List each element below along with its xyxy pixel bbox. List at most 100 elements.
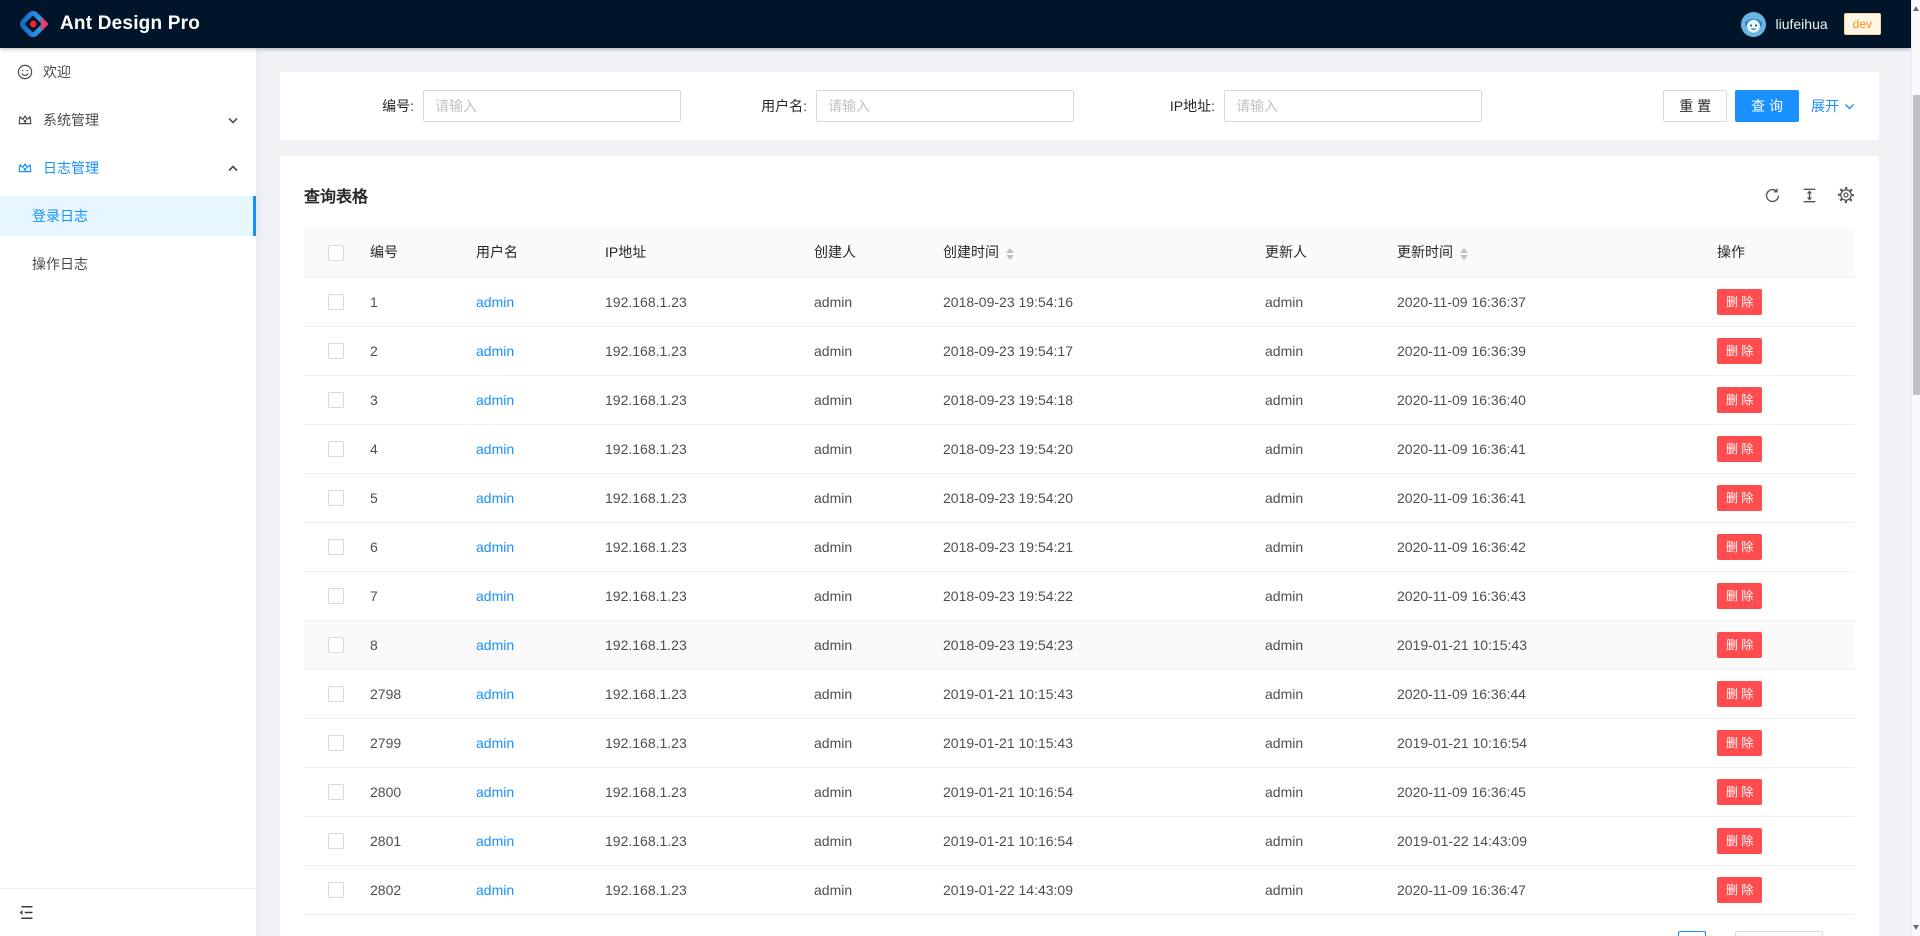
delete-button[interactable]: 删 除: [1717, 338, 1762, 364]
cell-ip: 192.168.1.23: [605, 637, 687, 653]
scrollbar-thumb[interactable]: [1913, 95, 1920, 395]
username-link[interactable]: admin: [476, 735, 514, 751]
delete-button[interactable]: 删 除: [1717, 779, 1762, 805]
table-body: 1admin192.168.1.23admin2018-09-23 19:54:…: [304, 277, 1855, 914]
cell-creator: admin: [814, 294, 852, 310]
density-icon[interactable]: [1800, 186, 1818, 204]
scroll-down-icon[interactable]: [1913, 925, 1919, 930]
sidebar-item-welcome[interactable]: 欢迎: [0, 52, 256, 92]
brand[interactable]: Ant Design Pro: [18, 9, 200, 39]
cell-created-at: 2018-09-23 19:54:17: [943, 343, 1073, 359]
cell-updater: admin: [1265, 686, 1303, 702]
delete-button[interactable]: 删 除: [1717, 436, 1762, 462]
sidebar-item-system-mgmt[interactable]: 系统管理: [0, 100, 256, 140]
username-link[interactable]: admin: [476, 882, 514, 898]
chevron-down-icon: [1844, 103, 1855, 110]
sidebar-menu: 欢迎 系统管理 日志管理: [0, 48, 256, 284]
table-row: 7admin192.168.1.23admin2018-09-23 19:54:…: [304, 571, 1855, 620]
reload-icon[interactable]: [1763, 186, 1781, 204]
filter-field-username: 用户名:: [681, 90, 1074, 122]
column-header-created-at[interactable]: 创建时间: [927, 228, 1249, 277]
username-link[interactable]: admin: [476, 294, 514, 310]
row-checkbox[interactable]: [328, 784, 344, 800]
delete-button[interactable]: 删 除: [1717, 534, 1762, 560]
row-checkbox[interactable]: [328, 539, 344, 555]
row-checkbox[interactable]: [328, 343, 344, 359]
delete-button[interactable]: 删 除: [1717, 730, 1762, 756]
column-header-updated-at[interactable]: 更新时间: [1381, 228, 1701, 277]
cell-updater: admin: [1265, 882, 1303, 898]
ip-input[interactable]: [1224, 90, 1482, 122]
row-checkbox[interactable]: [328, 833, 344, 849]
cell-updater: admin: [1265, 490, 1303, 506]
row-checkbox[interactable]: [328, 735, 344, 751]
delete-button[interactable]: 删 除: [1717, 289, 1762, 315]
delete-button[interactable]: 删 除: [1717, 632, 1762, 658]
cell-id: 2798: [370, 686, 401, 702]
username-link[interactable]: admin: [476, 686, 514, 702]
sidebar-subitem-operation-log[interactable]: 操作日志: [0, 244, 256, 284]
pagination: [304, 931, 1855, 936]
column-header-id: 编号: [354, 228, 460, 277]
row-checkbox[interactable]: [328, 588, 344, 604]
search-actions: 重 置 查 询 展开: [1663, 90, 1855, 122]
query-button[interactable]: 查 询: [1735, 90, 1799, 122]
delete-button[interactable]: 删 除: [1717, 485, 1762, 511]
sort-carets-icon[interactable]: [1460, 248, 1468, 260]
select-all-checkbox[interactable]: [328, 245, 344, 261]
username-link[interactable]: admin: [476, 588, 514, 604]
cell-ip: 192.168.1.23: [605, 735, 687, 751]
username-link[interactable]: admin: [476, 343, 514, 359]
delete-button[interactable]: 删 除: [1717, 877, 1762, 903]
username-link[interactable]: admin: [476, 784, 514, 800]
delete-button[interactable]: 删 除: [1717, 828, 1762, 854]
page-size-select[interactable]: [1735, 931, 1823, 936]
row-checkbox[interactable]: [328, 294, 344, 310]
username-link[interactable]: admin: [476, 833, 514, 849]
cell-created-at: 2018-09-23 19:54:20: [943, 490, 1073, 506]
delete-button[interactable]: 删 除: [1717, 387, 1762, 413]
row-checkbox[interactable]: [328, 490, 344, 506]
sidebar-subitem-login-log[interactable]: 登录日志: [0, 196, 256, 236]
username-link[interactable]: admin: [476, 490, 514, 506]
username-link[interactable]: admin: [476, 441, 514, 457]
username[interactable]: liufeihua: [1775, 16, 1827, 32]
cell-id: 7: [370, 588, 378, 604]
cell-updated-at: 2020-11-09 16:36:45: [1397, 784, 1526, 800]
sort-carets-icon[interactable]: [1006, 248, 1014, 260]
cell-ip: 192.168.1.23: [605, 392, 687, 408]
cell-updater: admin: [1265, 735, 1303, 751]
avatar[interactable]: [1741, 12, 1766, 37]
reset-button[interactable]: 重 置: [1663, 90, 1727, 122]
username-link[interactable]: admin: [476, 392, 514, 408]
cell-created-at: 2019-01-21 10:15:43: [943, 686, 1073, 702]
cell-ip: 192.168.1.23: [605, 490, 687, 506]
row-checkbox[interactable]: [328, 392, 344, 408]
cell-ip: 192.168.1.23: [605, 294, 687, 310]
settings-icon[interactable]: [1837, 186, 1855, 204]
cell-id: 2800: [370, 784, 401, 800]
delete-button[interactable]: 删 除: [1717, 583, 1762, 609]
row-checkbox[interactable]: [328, 637, 344, 653]
menu-fold-icon[interactable]: [18, 904, 35, 921]
delete-button[interactable]: 删 除: [1717, 681, 1762, 707]
table-row: 2798admin192.168.1.23admin2019-01-21 10:…: [304, 669, 1855, 718]
user-area: liufeihua dev: [1741, 12, 1881, 37]
sidebar-item-label: 日志管理: [43, 158, 99, 178]
username-link[interactable]: admin: [476, 637, 514, 653]
username-link[interactable]: admin: [476, 539, 514, 555]
id-input[interactable]: [423, 90, 681, 122]
expand-link[interactable]: 展开: [1811, 96, 1855, 116]
scroll-up-icon[interactable]: [1913, 6, 1919, 11]
row-checkbox[interactable]: [328, 441, 344, 457]
username-input[interactable]: [816, 90, 1074, 122]
vertical-scrollbar[interactable]: [1911, 0, 1920, 936]
row-checkbox[interactable]: [328, 686, 344, 702]
row-checkbox[interactable]: [328, 882, 344, 898]
cell-updater: admin: [1265, 539, 1303, 555]
sidebar-item-log-mgmt[interactable]: 日志管理: [0, 148, 256, 188]
cell-ip: 192.168.1.23: [605, 833, 687, 849]
sidebar-footer: [0, 888, 256, 936]
pagination-page-1-button[interactable]: [1678, 931, 1706, 936]
table-header-row: 编号 用户名 IP地址 创建人 创建时间 更新人 更新时间 操作: [304, 228, 1855, 277]
